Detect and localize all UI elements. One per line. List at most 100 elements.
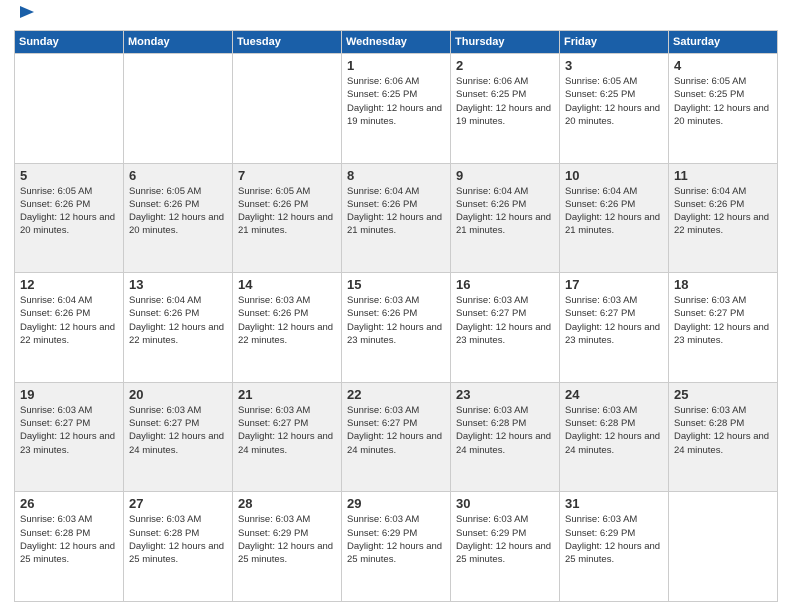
day-info: Sunrise: 6:03 AM Sunset: 6:29 PM Dayligh… — [456, 513, 554, 566]
day-info: Sunrise: 6:04 AM Sunset: 6:26 PM Dayligh… — [347, 185, 445, 238]
header — [14, 10, 778, 24]
logo — [14, 10, 37, 24]
day-number: 9 — [456, 168, 554, 183]
calendar-day-header: Sunday — [15, 31, 124, 54]
day-info: Sunrise: 6:03 AM Sunset: 6:27 PM Dayligh… — [565, 294, 663, 347]
day-info: Sunrise: 6:03 AM Sunset: 6:26 PM Dayligh… — [347, 294, 445, 347]
day-info: Sunrise: 6:03 AM Sunset: 6:28 PM Dayligh… — [456, 404, 554, 457]
calendar-cell: 24 Sunrise: 6:03 AM Sunset: 6:28 PM Dayl… — [560, 382, 669, 492]
day-info: Sunrise: 6:03 AM Sunset: 6:27 PM Dayligh… — [347, 404, 445, 457]
day-number: 11 — [674, 168, 772, 183]
day-number: 2 — [456, 58, 554, 73]
calendar-cell: 21 Sunrise: 6:03 AM Sunset: 6:27 PM Dayl… — [233, 382, 342, 492]
calendar-cell: 1 Sunrise: 6:06 AM Sunset: 6:25 PM Dayli… — [342, 54, 451, 164]
day-info: Sunrise: 6:03 AM Sunset: 6:27 PM Dayligh… — [129, 404, 227, 457]
day-info: Sunrise: 6:03 AM Sunset: 6:29 PM Dayligh… — [347, 513, 445, 566]
calendar-cell: 15 Sunrise: 6:03 AM Sunset: 6:26 PM Dayl… — [342, 273, 451, 383]
calendar-week-row: 1 Sunrise: 6:06 AM Sunset: 6:25 PM Dayli… — [15, 54, 778, 164]
day-info: Sunrise: 6:04 AM Sunset: 6:26 PM Dayligh… — [565, 185, 663, 238]
calendar-cell: 31 Sunrise: 6:03 AM Sunset: 6:29 PM Dayl… — [560, 492, 669, 602]
calendar-cell: 14 Sunrise: 6:03 AM Sunset: 6:26 PM Dayl… — [233, 273, 342, 383]
calendar-week-row: 19 Sunrise: 6:03 AM Sunset: 6:27 PM Dayl… — [15, 382, 778, 492]
calendar-day-header: Thursday — [451, 31, 560, 54]
day-number: 21 — [238, 387, 336, 402]
calendar-day-header: Friday — [560, 31, 669, 54]
day-info: Sunrise: 6:05 AM Sunset: 6:25 PM Dayligh… — [674, 75, 772, 128]
day-info: Sunrise: 6:04 AM Sunset: 6:26 PM Dayligh… — [20, 294, 118, 347]
calendar-cell: 28 Sunrise: 6:03 AM Sunset: 6:29 PM Dayl… — [233, 492, 342, 602]
calendar-week-row: 26 Sunrise: 6:03 AM Sunset: 6:28 PM Dayl… — [15, 492, 778, 602]
day-number: 27 — [129, 496, 227, 511]
calendar-week-row: 5 Sunrise: 6:05 AM Sunset: 6:26 PM Dayli… — [15, 163, 778, 273]
day-number: 30 — [456, 496, 554, 511]
day-number: 12 — [20, 277, 118, 292]
calendar-day-header: Monday — [124, 31, 233, 54]
day-number: 6 — [129, 168, 227, 183]
day-number: 29 — [347, 496, 445, 511]
day-number: 17 — [565, 277, 663, 292]
day-number: 7 — [238, 168, 336, 183]
day-number: 23 — [456, 387, 554, 402]
day-number: 28 — [238, 496, 336, 511]
calendar-cell: 13 Sunrise: 6:04 AM Sunset: 6:26 PM Dayl… — [124, 273, 233, 383]
day-info: Sunrise: 6:04 AM Sunset: 6:26 PM Dayligh… — [456, 185, 554, 238]
calendar-cell: 23 Sunrise: 6:03 AM Sunset: 6:28 PM Dayl… — [451, 382, 560, 492]
calendar-cell: 29 Sunrise: 6:03 AM Sunset: 6:29 PM Dayl… — [342, 492, 451, 602]
calendar-cell: 30 Sunrise: 6:03 AM Sunset: 6:29 PM Dayl… — [451, 492, 560, 602]
day-number: 1 — [347, 58, 445, 73]
day-info: Sunrise: 6:06 AM Sunset: 6:25 PM Dayligh… — [347, 75, 445, 128]
day-number: 13 — [129, 277, 227, 292]
calendar-table: SundayMondayTuesdayWednesdayThursdayFrid… — [14, 30, 778, 602]
day-number: 26 — [20, 496, 118, 511]
calendar-week-row: 12 Sunrise: 6:04 AM Sunset: 6:26 PM Dayl… — [15, 273, 778, 383]
day-info: Sunrise: 6:03 AM Sunset: 6:28 PM Dayligh… — [674, 404, 772, 457]
day-number: 15 — [347, 277, 445, 292]
day-info: Sunrise: 6:04 AM Sunset: 6:26 PM Dayligh… — [129, 294, 227, 347]
calendar-cell: 6 Sunrise: 6:05 AM Sunset: 6:26 PM Dayli… — [124, 163, 233, 273]
calendar-cell: 3 Sunrise: 6:05 AM Sunset: 6:25 PM Dayli… — [560, 54, 669, 164]
day-info: Sunrise: 6:04 AM Sunset: 6:26 PM Dayligh… — [674, 185, 772, 238]
calendar-cell: 26 Sunrise: 6:03 AM Sunset: 6:28 PM Dayl… — [15, 492, 124, 602]
calendar-cell: 5 Sunrise: 6:05 AM Sunset: 6:26 PM Dayli… — [15, 163, 124, 273]
calendar-cell: 10 Sunrise: 6:04 AM Sunset: 6:26 PM Dayl… — [560, 163, 669, 273]
day-info: Sunrise: 6:05 AM Sunset: 6:26 PM Dayligh… — [238, 185, 336, 238]
day-info: Sunrise: 6:03 AM Sunset: 6:26 PM Dayligh… — [238, 294, 336, 347]
day-number: 31 — [565, 496, 663, 511]
day-info: Sunrise: 6:03 AM Sunset: 6:27 PM Dayligh… — [20, 404, 118, 457]
day-info: Sunrise: 6:03 AM Sunset: 6:29 PM Dayligh… — [238, 513, 336, 566]
page: SundayMondayTuesdayWednesdayThursdayFrid… — [0, 0, 792, 612]
day-number: 20 — [129, 387, 227, 402]
day-info: Sunrise: 6:03 AM Sunset: 6:28 PM Dayligh… — [565, 404, 663, 457]
calendar-cell — [124, 54, 233, 164]
calendar-cell — [233, 54, 342, 164]
day-info: Sunrise: 6:03 AM Sunset: 6:27 PM Dayligh… — [456, 294, 554, 347]
day-number: 25 — [674, 387, 772, 402]
calendar-cell: 2 Sunrise: 6:06 AM Sunset: 6:25 PM Dayli… — [451, 54, 560, 164]
day-number: 22 — [347, 387, 445, 402]
calendar-cell: 8 Sunrise: 6:04 AM Sunset: 6:26 PM Dayli… — [342, 163, 451, 273]
calendar-cell: 19 Sunrise: 6:03 AM Sunset: 6:27 PM Dayl… — [15, 382, 124, 492]
day-info: Sunrise: 6:03 AM Sunset: 6:28 PM Dayligh… — [20, 513, 118, 566]
calendar-cell: 4 Sunrise: 6:05 AM Sunset: 6:25 PM Dayli… — [669, 54, 778, 164]
day-info: Sunrise: 6:03 AM Sunset: 6:27 PM Dayligh… — [238, 404, 336, 457]
day-number: 10 — [565, 168, 663, 183]
calendar-cell: 17 Sunrise: 6:03 AM Sunset: 6:27 PM Dayl… — [560, 273, 669, 383]
day-number: 14 — [238, 277, 336, 292]
calendar-header-row: SundayMondayTuesdayWednesdayThursdayFrid… — [15, 31, 778, 54]
calendar-cell: 16 Sunrise: 6:03 AM Sunset: 6:27 PM Dayl… — [451, 273, 560, 383]
day-number: 18 — [674, 277, 772, 292]
day-info: Sunrise: 6:03 AM Sunset: 6:28 PM Dayligh… — [129, 513, 227, 566]
calendar-cell: 27 Sunrise: 6:03 AM Sunset: 6:28 PM Dayl… — [124, 492, 233, 602]
calendar-cell: 12 Sunrise: 6:04 AM Sunset: 6:26 PM Dayl… — [15, 273, 124, 383]
day-info: Sunrise: 6:06 AM Sunset: 6:25 PM Dayligh… — [456, 75, 554, 128]
day-info: Sunrise: 6:05 AM Sunset: 6:25 PM Dayligh… — [565, 75, 663, 128]
calendar-cell: 20 Sunrise: 6:03 AM Sunset: 6:27 PM Dayl… — [124, 382, 233, 492]
calendar-cell: 7 Sunrise: 6:05 AM Sunset: 6:26 PM Dayli… — [233, 163, 342, 273]
calendar-cell: 9 Sunrise: 6:04 AM Sunset: 6:26 PM Dayli… — [451, 163, 560, 273]
calendar-cell: 25 Sunrise: 6:03 AM Sunset: 6:28 PM Dayl… — [669, 382, 778, 492]
calendar-cell — [15, 54, 124, 164]
calendar-cell: 11 Sunrise: 6:04 AM Sunset: 6:26 PM Dayl… — [669, 163, 778, 273]
day-number: 16 — [456, 277, 554, 292]
calendar-day-header: Tuesday — [233, 31, 342, 54]
calendar-day-header: Saturday — [669, 31, 778, 54]
